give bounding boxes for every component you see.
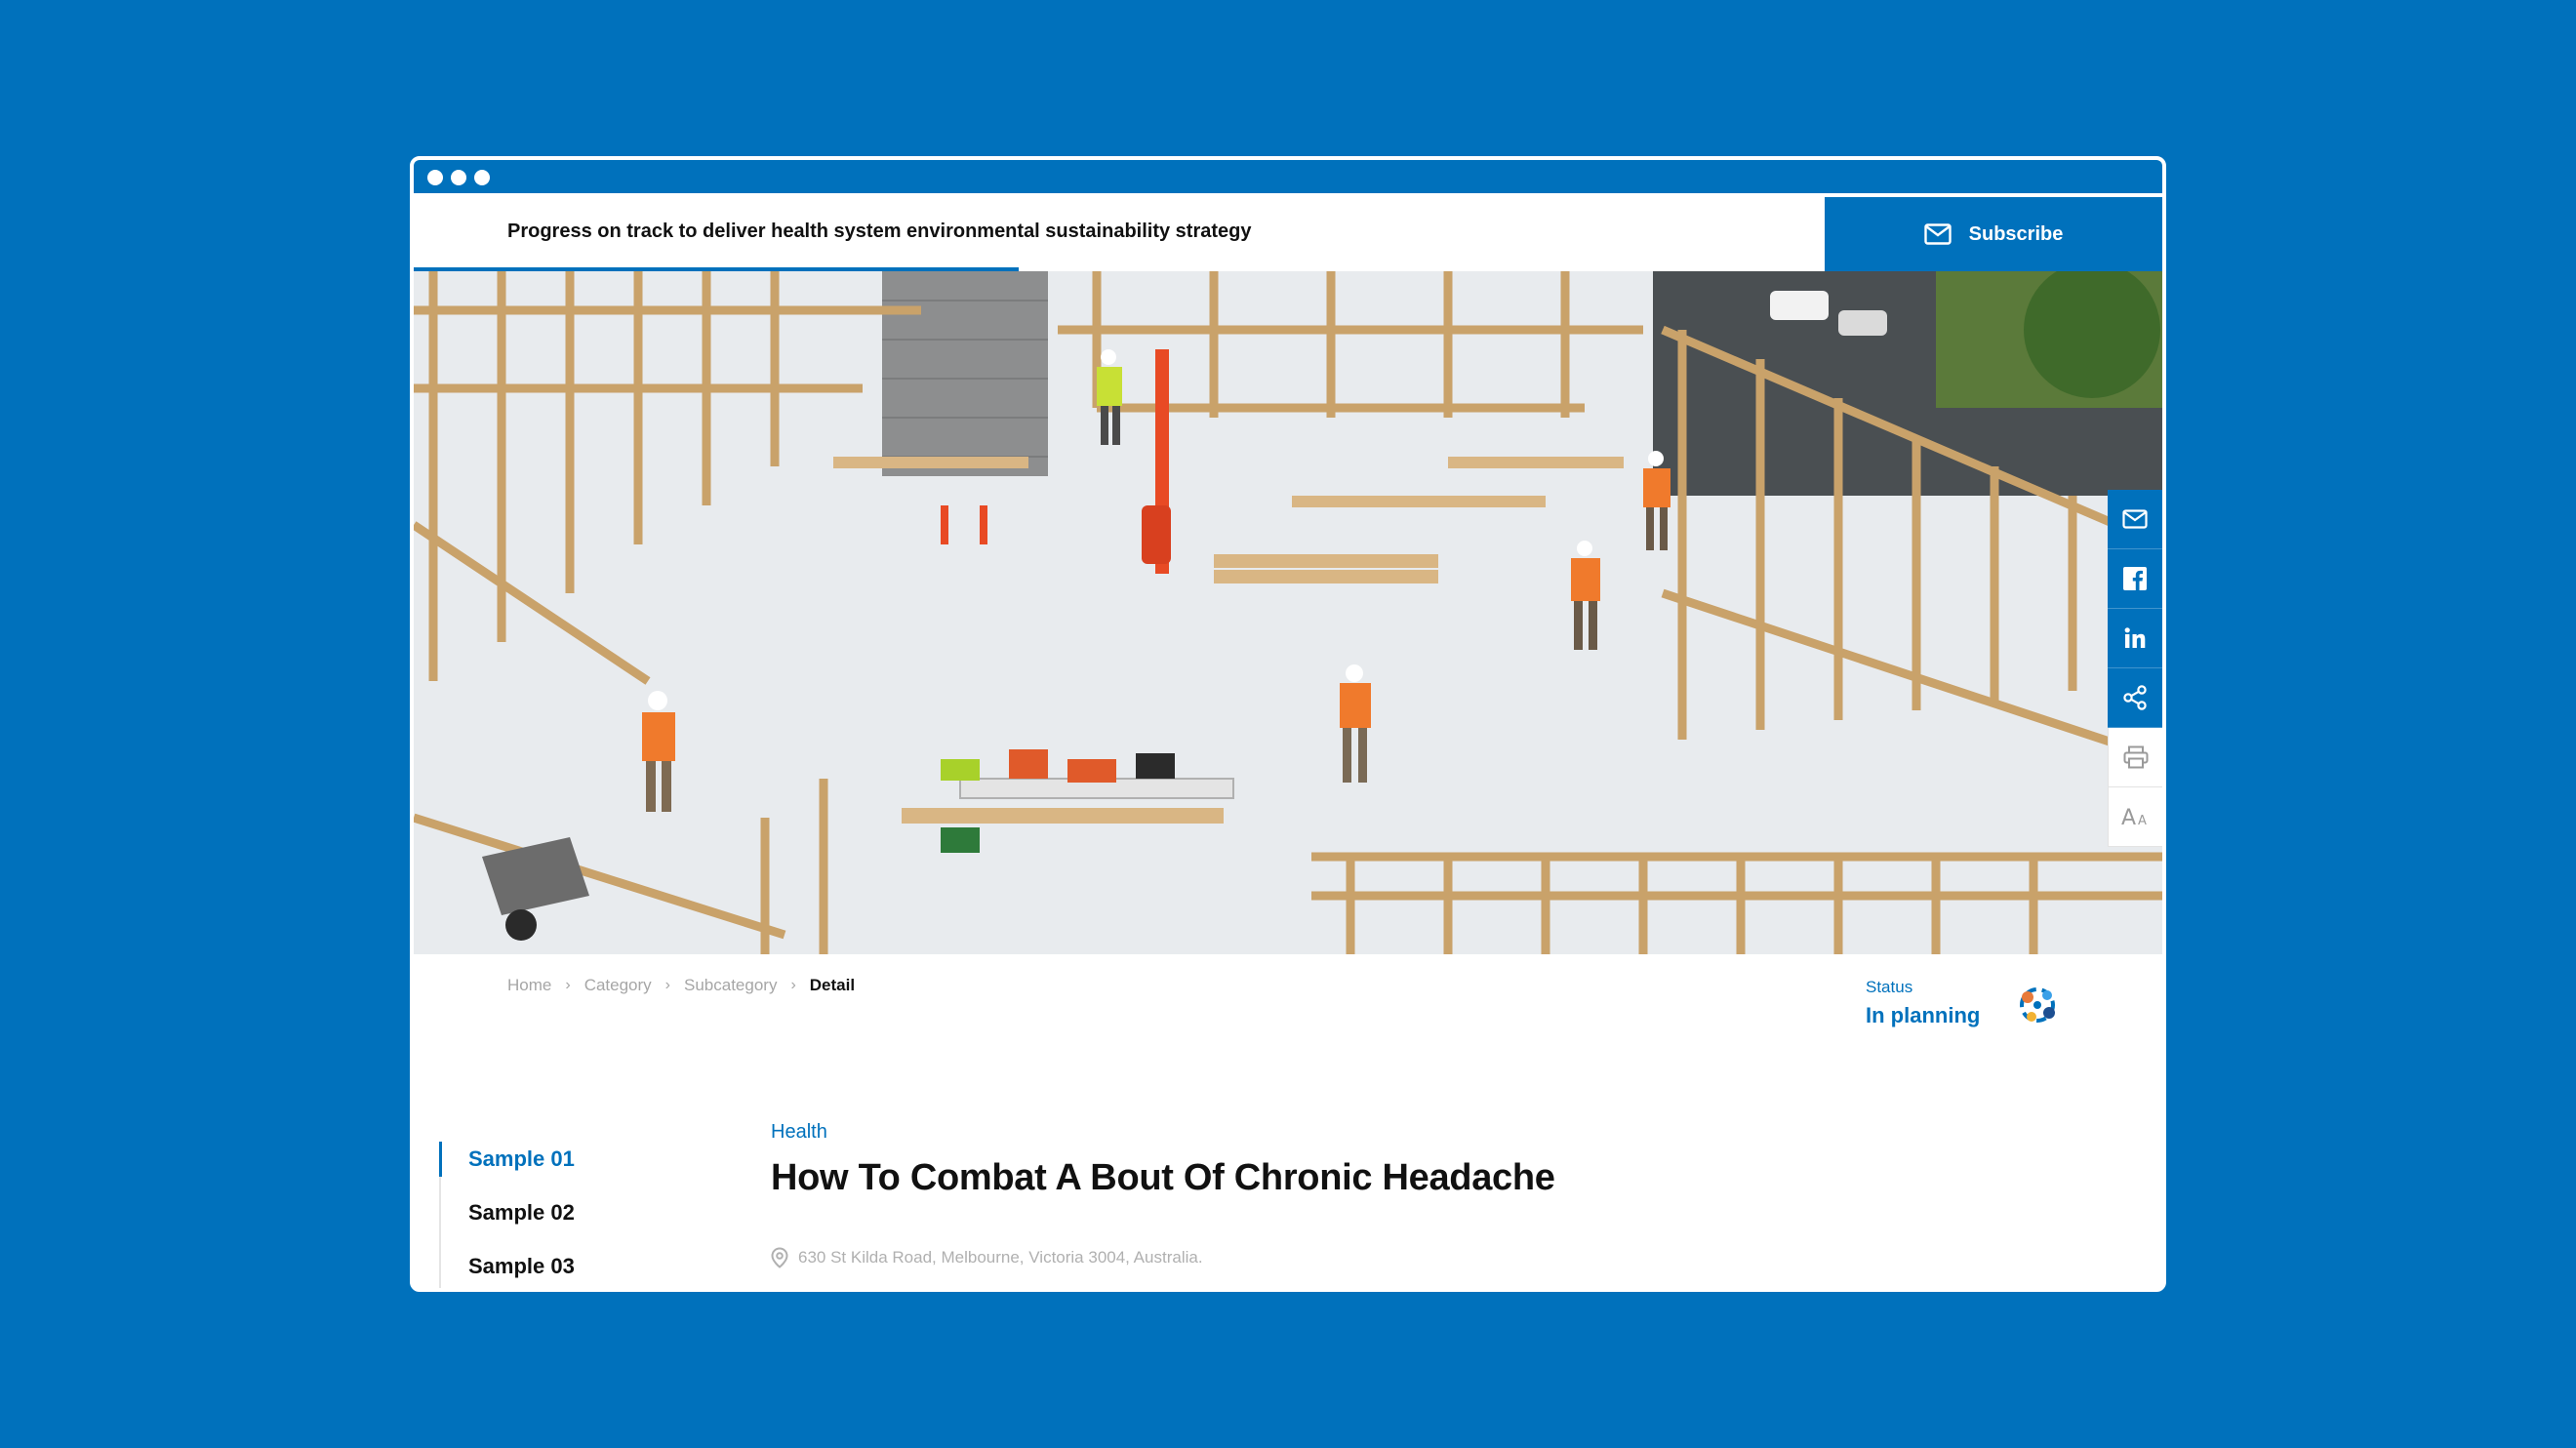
planning-status-icon [2014,982,2063,1035]
status-block: Status In planning [1866,978,1980,1028]
browser-window: Progress on track to deliver health syst… [410,156,2166,1292]
hero-image [414,271,2162,954]
print-icon [2123,745,2148,769]
breadcrumb-category[interactable]: Category [584,976,652,995]
print-button[interactable] [2108,728,2162,787]
breadcrumb-home[interactable]: Home [507,976,551,995]
location-pin-icon [771,1247,788,1268]
window-dot-icon[interactable] [451,170,466,185]
status-label: Status [1866,978,1913,996]
side-nav-item-sample-02[interactable]: Sample 02 [441,1195,693,1249]
email-icon [2122,509,2148,529]
share-toolbar: A A [2108,490,2162,847]
window-dot-icon[interactable] [474,170,490,185]
share-facebook-button[interactable] [2108,549,2162,609]
article-title: How To Combat A Bout Of Chronic Headache [771,1157,1555,1198]
article-header: Health How To Combat A Bout Of Chronic H… [771,1121,1942,1199]
window-dot-icon[interactable] [427,170,443,185]
svg-text:A: A [2138,814,2147,827]
window-titlebar [414,160,2162,195]
share-email-button[interactable] [2108,490,2162,549]
share-icon [2123,685,2147,710]
sticky-header: Progress on track to deliver health syst… [414,197,2162,271]
breadcrumb-current: Detail [809,976,856,994]
address-text: 630 St Kilda Road, Melbourne, Victoria 3… [798,1248,1203,1267]
facebook-icon [2123,567,2147,590]
article-category-tag[interactable]: Health [771,1121,1942,1144]
side-navigation: Sample 01 Sample 02 Sample 03 [439,1142,693,1288]
chevron-right-icon: › [565,977,571,993]
subscribe-button[interactable]: Subscribe [1825,197,2162,271]
breadcrumb-subcategory[interactable]: Subcategory [684,976,777,995]
header-title: Progress on track to deliver health syst… [507,221,1252,242]
article-address: 630 St Kilda Road, Melbourne, Victoria 3… [771,1247,1203,1268]
share-linkedin-button[interactable] [2108,609,2162,668]
text-size-icon: A A [2121,806,2147,827]
envelope-icon [1923,223,1952,245]
side-nav-item-sample-01[interactable]: Sample 01 [439,1142,693,1195]
share-link-button[interactable] [2108,668,2162,728]
svg-text:A: A [2121,806,2136,827]
breadcrumb: Home › Category › Subcategory › Detail [507,976,855,995]
chevron-right-icon: › [664,977,670,993]
construction-site-image [414,271,2162,954]
status-value: In planning [1866,1003,1981,1027]
side-nav-item-sample-03[interactable]: Sample 03 [441,1249,693,1288]
linkedin-icon [2124,627,2146,648]
text-size-button[interactable]: A A [2108,787,2162,847]
subscribe-label: Subscribe [1968,222,2064,245]
chevron-right-icon: › [790,977,796,993]
